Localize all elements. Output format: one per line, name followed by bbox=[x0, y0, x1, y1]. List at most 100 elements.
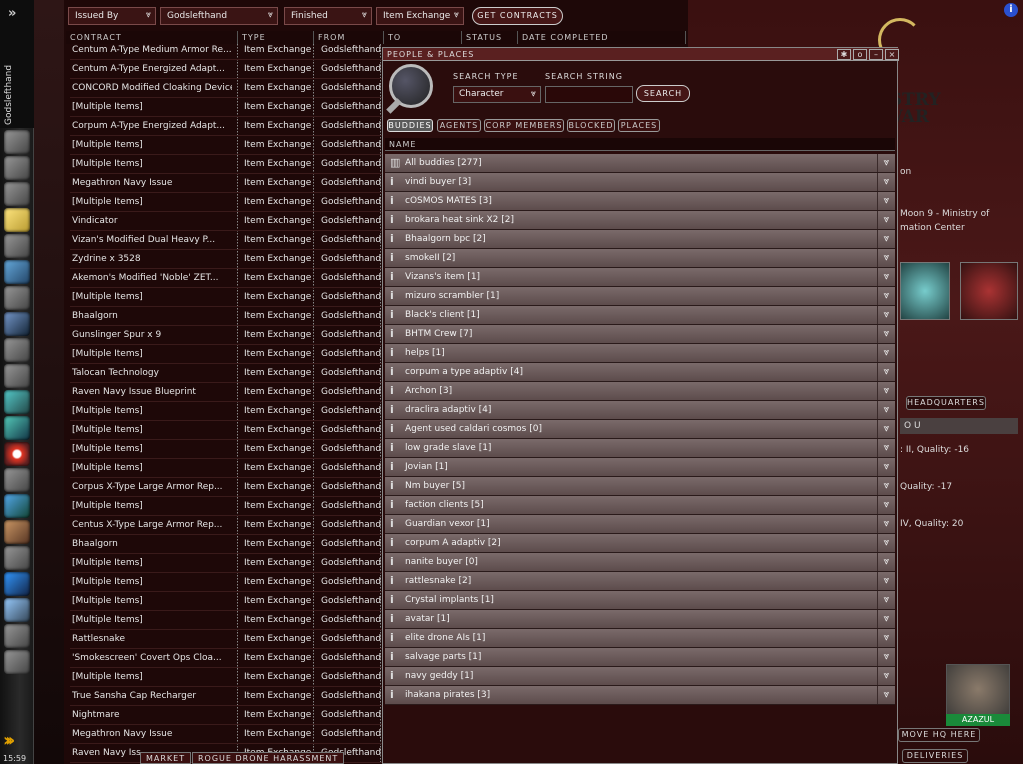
table-row[interactable]: Zydrine x 3528 Item Exchange Godslefthand bbox=[70, 250, 382, 269]
tab-blocked[interactable]: BLOCKED bbox=[567, 119, 615, 132]
portrait-icon[interactable] bbox=[4, 156, 30, 180]
expand-chevron-icon[interactable]: ⩔ bbox=[877, 534, 895, 552]
list-item[interactable]: i Jovian [1] ⩔ bbox=[385, 458, 895, 477]
expand-sidebar-icon[interactable]: » bbox=[8, 6, 16, 21]
issued-by-select[interactable]: Issued By ⩔ bbox=[68, 7, 156, 25]
close-icon[interactable]: × bbox=[885, 49, 899, 60]
tab-market[interactable]: MARKET bbox=[140, 752, 192, 764]
expand-chevron-icon[interactable]: ⩔ bbox=[877, 268, 895, 286]
list-item[interactable]: i brokara heat sink X2 [2] ⩔ bbox=[385, 211, 895, 230]
starmap-icon[interactable] bbox=[4, 312, 30, 336]
mail-icon[interactable] bbox=[4, 182, 30, 206]
table-row[interactable]: Centum A-Type Medium Armor Re... Item Exc… bbox=[70, 41, 382, 60]
list-item[interactable]: i Nm buyer [5] ⩔ bbox=[385, 477, 895, 496]
list-item[interactable]: i nanite buyer [0] ⩔ bbox=[385, 553, 895, 572]
table-row[interactable]: [Multiple Items] Item Exchange Godslefthan… bbox=[70, 554, 382, 573]
tab-places[interactable]: PLACES bbox=[618, 119, 660, 132]
expand-chevron-icon[interactable]: ⩔ bbox=[877, 572, 895, 590]
drone-icon[interactable] bbox=[4, 624, 30, 648]
list-item[interactable]: ▥ All buddies [277] ⩔ bbox=[385, 154, 895, 173]
table-row[interactable]: [Multiple Items] Item Exchange Godslefthan… bbox=[70, 440, 382, 459]
table-row[interactable]: Corpum A-Type Energized Adapt... Item Exc… bbox=[70, 117, 382, 136]
tab-buddies[interactable]: BUDDIES bbox=[387, 119, 433, 132]
list-item[interactable]: i rattlesnake [2] ⩔ bbox=[385, 572, 895, 591]
table-row[interactable]: [Multiple Items] Item Exchange Godslefthan… bbox=[70, 592, 382, 611]
table-row[interactable]: True Sansha Cap Recharger Item Exchange Go… bbox=[70, 687, 382, 706]
table-row[interactable]: Vizan's Modified Dual Heavy P... Item Exc… bbox=[70, 231, 382, 250]
table-row[interactable]: [Multiple Items] Item Exchange Godslefthan… bbox=[70, 668, 382, 687]
assets-icon[interactable] bbox=[4, 364, 30, 388]
market-icon[interactable] bbox=[4, 260, 30, 284]
table-row[interactable]: CONCORD Modified Cloaking Device Item Exc… bbox=[70, 79, 382, 98]
column-to[interactable]: TO bbox=[384, 31, 462, 44]
list-item[interactable]: i BHTM Crew [7] ⩔ bbox=[385, 325, 895, 344]
table-row[interactable]: Rattlesnake Item Exchange Godslefthand bbox=[70, 630, 382, 649]
search-string-input[interactable] bbox=[545, 86, 633, 103]
table-row[interactable]: [Multiple Items] Item Exchange Godslefthan… bbox=[70, 288, 382, 307]
people-icon[interactable] bbox=[4, 468, 30, 492]
table-row[interactable]: [Multiple Items] Item Exchange Godslefthan… bbox=[70, 611, 382, 630]
table-row[interactable]: [Multiple Items] Item Exchange Godslefthan… bbox=[70, 459, 382, 478]
expand-chevron-icon[interactable]: ⩔ bbox=[877, 363, 895, 381]
list-item[interactable]: i faction clients [5] ⩔ bbox=[385, 496, 895, 515]
notepad-icon[interactable] bbox=[4, 208, 30, 232]
move-hq-button[interactable]: MOVE HQ HERE bbox=[898, 728, 980, 742]
expand-chevron-icon[interactable]: ⩔ bbox=[877, 648, 895, 666]
agent-portrait[interactable] bbox=[900, 262, 950, 320]
deliveries-button[interactable]: DELIVERIES bbox=[902, 749, 968, 763]
column-date-completed[interactable]: DATE COMPLETED bbox=[518, 31, 686, 44]
info-icon[interactable] bbox=[4, 572, 30, 596]
list-item[interactable]: i Crystal implants [1] ⩔ bbox=[385, 591, 895, 610]
list-item[interactable]: i ihakana pirates [3] ⩔ bbox=[385, 686, 895, 705]
map-icon[interactable] bbox=[4, 234, 30, 258]
table-row[interactable]: Raven Navy Issue Blueprint Item Exchange G… bbox=[70, 383, 382, 402]
fitting-icon[interactable] bbox=[4, 338, 30, 362]
minimize-icon[interactable]: – bbox=[869, 49, 883, 60]
expand-chevron-icon[interactable]: ⩔ bbox=[877, 439, 895, 457]
table-row[interactable]: Bhaalgorn Item Exchange Godslefthand bbox=[70, 307, 382, 326]
pin-icon[interactable]: ✱ bbox=[837, 49, 851, 60]
list-item[interactable]: i vindi buyer [3] ⩔ bbox=[385, 173, 895, 192]
expand-chevron-icon[interactable]: ⩔ bbox=[877, 325, 895, 343]
table-row[interactable]: Talocan Technology Item Exchange Godslefth… bbox=[70, 364, 382, 383]
tab-corp-members[interactable]: CORP MEMBERS bbox=[484, 119, 564, 132]
table-row[interactable]: Megathron Navy Issue Item Exchange Godslef… bbox=[70, 725, 382, 744]
agent-portrait[interactable] bbox=[960, 262, 1018, 320]
avatar-icon[interactable] bbox=[4, 598, 30, 622]
chevron-menu-icon[interactable]: ››› bbox=[3, 730, 15, 751]
list-item[interactable]: i mizuro scrambler [1] ⩔ bbox=[385, 287, 895, 306]
expand-chevron-icon[interactable]: ⩔ bbox=[877, 610, 895, 628]
expand-chevron-icon[interactable]: ⩔ bbox=[877, 686, 895, 704]
expand-chevron-icon[interactable]: ⩔ bbox=[877, 192, 895, 210]
tab-rogue-drone-harassment[interactable]: ROGUE DRONE HARASSMENT bbox=[192, 752, 345, 764]
list-item[interactable]: i Guardian vexor [1] ⩔ bbox=[385, 515, 895, 534]
tab-headquarters[interactable]: HEADQUARTERS bbox=[906, 396, 986, 410]
list-item[interactable]: i salvage parts [1] ⩔ bbox=[385, 648, 895, 667]
expand-chevron-icon[interactable]: ⩔ bbox=[877, 515, 895, 533]
table-row[interactable]: Centus X-Type Large Armor Rep... Item Exc… bbox=[70, 516, 382, 535]
expand-chevron-icon[interactable]: ⩔ bbox=[877, 211, 895, 229]
headset-icon[interactable] bbox=[4, 546, 30, 570]
table-row[interactable]: Megathron Navy Issue Item Exchange Godslef… bbox=[70, 174, 382, 193]
table-row[interactable]: [Multiple Items] Item Exchange Godslefthan… bbox=[70, 497, 382, 516]
wallet-icon[interactable] bbox=[4, 416, 30, 440]
list-item[interactable]: i Vizans's item [1] ⩔ bbox=[385, 268, 895, 287]
ship-icon[interactable] bbox=[4, 650, 30, 674]
expand-chevron-icon[interactable]: ⩔ bbox=[877, 306, 895, 324]
list-item[interactable]: i elite drone AIs [1] ⩔ bbox=[385, 629, 895, 648]
expand-chevron-icon[interactable]: ⩔ bbox=[877, 230, 895, 248]
list-item[interactable]: i low grade slave [1] ⩔ bbox=[385, 439, 895, 458]
contract-type-select[interactable]: Item Exchange ⩔ bbox=[376, 7, 464, 25]
table-row[interactable]: [Multiple Items] Item Exchange Godslefthan… bbox=[70, 345, 382, 364]
table-row[interactable]: Vindicator Item Exchange Godslefthand bbox=[70, 212, 382, 231]
info-icon[interactable]: i bbox=[1004, 3, 1018, 17]
expand-chevron-icon[interactable]: ⩔ bbox=[877, 173, 895, 191]
expand-chevron-icon[interactable]: ⩔ bbox=[877, 629, 895, 647]
list-item[interactable]: i navy geddy [1] ⩔ bbox=[385, 667, 895, 686]
expand-chevron-icon[interactable]: ⩔ bbox=[877, 591, 895, 609]
list-item[interactable]: i Black's client [1] ⩔ bbox=[385, 306, 895, 325]
table-row[interactable]: [Multiple Items] Item Exchange Godslefthan… bbox=[70, 98, 382, 117]
expand-chevron-icon[interactable]: ⩔ bbox=[877, 401, 895, 419]
table-row[interactable]: Nightmare Item Exchange Godslefthand bbox=[70, 706, 382, 725]
get-contracts-button[interactable]: GET CONTRACTS bbox=[472, 7, 563, 25]
